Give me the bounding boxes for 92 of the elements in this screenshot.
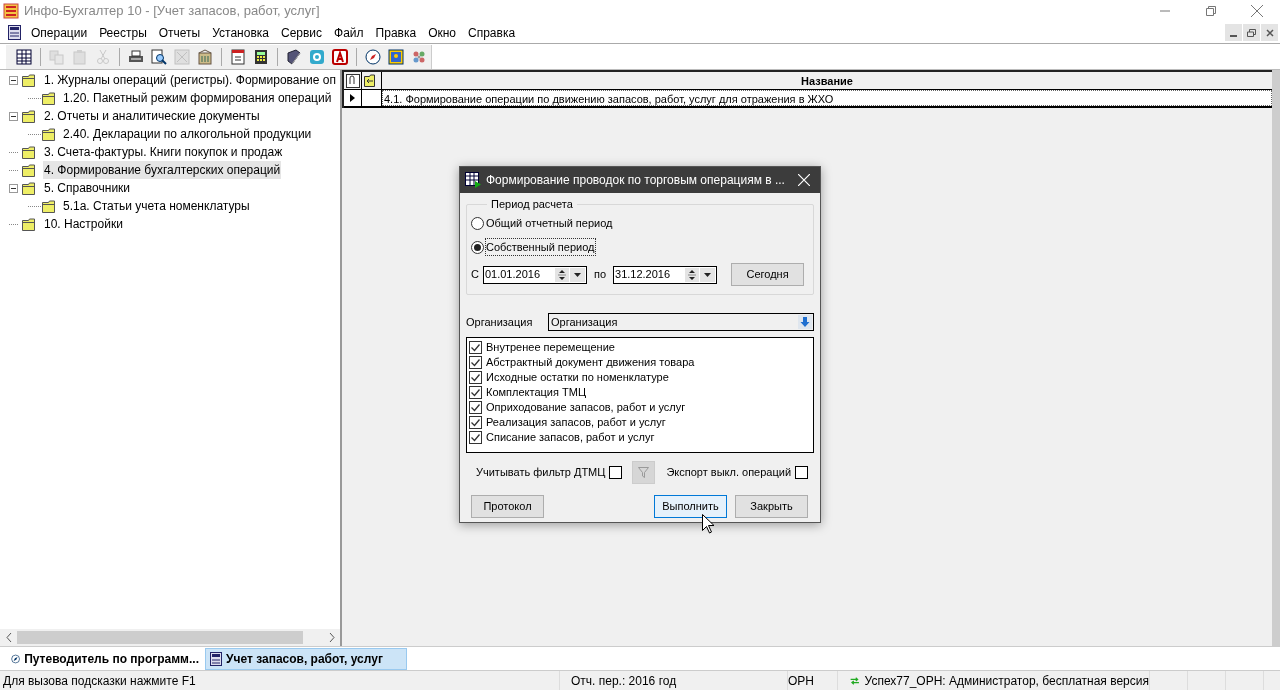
tree-item[interactable]: 4. Формирование бухгалтерских операций	[43, 161, 282, 179]
status-text: Для вызова подсказки нажмите F1	[3, 672, 196, 690]
checkbox[interactable]	[469, 371, 482, 384]
mdi-restore-button[interactable]	[1243, 24, 1260, 41]
checkbox[interactable]	[469, 386, 482, 399]
lifebuoy-icon[interactable]	[309, 48, 325, 65]
date-field[interactable]: 01.01.2016	[482, 265, 587, 284]
list-item[interactable]: Внутренее перемещение	[486, 340, 615, 355]
tree-item[interactable]: 5.1а. Статьи учета номенклатуры	[63, 197, 250, 215]
tree-item[interactable]: 2. Отчеты и аналитические документы	[43, 107, 261, 125]
spinner-icon[interactable]	[685, 267, 700, 282]
menu-item[interactable]: Операции	[25, 23, 94, 42]
radio-button[interactable]	[471, 240, 484, 254]
menu-item[interactable]: Установка	[206, 23, 275, 42]
close-icon[interactable]	[1265, 28, 1274, 37]
filter-option-label: Учитывать фильтр ДТМЦ	[476, 465, 606, 481]
tree-item[interactable]: 3. Счета-фактуры. Книги покупок и продаж	[43, 143, 284, 161]
vertical-scrollbar[interactable]	[1272, 70, 1280, 646]
date-field[interactable]: 31.12.2016	[613, 265, 718, 284]
tree-item[interactable]: 2.40. Декларации по алкогольной продукции	[63, 125, 312, 143]
mouse-cursor-icon	[702, 514, 714, 534]
building-icon[interactable]	[197, 48, 213, 65]
tree-item[interactable]: 1. Журналы операций (регистры). Формирование оп	[43, 71, 337, 89]
compass-icon	[11, 651, 21, 666]
radio-label[interactable]: Собственный период	[486, 238, 595, 256]
calculator-icon[interactable]	[253, 48, 269, 65]
menu-item[interactable]: Сервис	[274, 23, 329, 42]
document-icon	[8, 25, 21, 40]
document-icon	[210, 651, 222, 666]
table-cell[interactable]: 4.1. Формирование операции по движению запасов, работ, услуг для отражения в ЖХО	[382, 90, 1272, 106]
menu-item[interactable]: Отчеты	[152, 23, 207, 42]
tree-item[interactable]: 1.20. Пакетный режим формирования операций	[63, 89, 332, 107]
dialog-title: Формирование проводок по торговым операциям в ...	[486, 172, 785, 189]
to-label: по	[593, 267, 607, 283]
dialog-button[interactable]: Закрыть	[735, 495, 808, 518]
status-text: Успех77_ОРН: Администратор, бесплатная версия	[864, 672, 1149, 690]
window-tab[interactable]: Учет запасов, работ, услуг	[205, 647, 407, 670]
list-item[interactable]: Абстрактный документ движения товара	[486, 355, 695, 370]
app-logo-icon	[3, 3, 19, 19]
down-arrow-icon	[798, 315, 812, 329]
magnifier-icon[interactable]	[151, 48, 167, 65]
menu-item[interactable]: Файл	[328, 23, 370, 42]
tree-item[interactable]: 5. Справочники	[43, 179, 132, 197]
mdi-close-button[interactable]	[1261, 24, 1278, 41]
organization-label: Организация	[466, 314, 534, 330]
spinner-icon[interactable]	[554, 267, 569, 282]
column-header[interactable]: Название	[382, 72, 1272, 89]
checkbox[interactable]	[469, 401, 482, 414]
checkbox[interactable]	[469, 356, 482, 369]
radio-button[interactable]	[471, 216, 484, 230]
window-tab[interactable]: Путеводитель по программ...	[7, 647, 203, 670]
menu-item[interactable]: Окно	[422, 23, 462, 42]
compass-icon[interactable]	[365, 48, 381, 65]
collapse-toggle[interactable]	[9, 183, 18, 193]
menu-item[interactable]: Реестры	[93, 23, 153, 42]
tree-item[interactable]: 10. Настройки	[43, 215, 124, 233]
spreadsheet-arrow-icon	[465, 172, 481, 188]
paperclip-icon[interactable]	[345, 73, 360, 88]
collapse-toggle[interactable]	[9, 75, 18, 85]
close-icon[interactable]	[1251, 5, 1263, 17]
grid-icon[interactable]	[16, 48, 32, 65]
status-text: Отч. пер.: 2016 год	[571, 672, 677, 690]
list-item[interactable]: Исходные остатки по номенклатуре	[486, 370, 669, 385]
mdi-minimize-button[interactable]	[1225, 24, 1242, 41]
checkbox[interactable]	[469, 431, 482, 444]
list-item[interactable]: Оприходование запасов, работ и услуг	[486, 400, 686, 415]
checkbox[interactable]	[469, 341, 482, 354]
checkbox[interactable]	[609, 466, 623, 479]
picture-icon[interactable]	[388, 48, 404, 65]
menu-item[interactable]: Справка	[462, 23, 522, 42]
list-item[interactable]: Списание запасов, работ и услуг	[486, 430, 655, 445]
list-item[interactable]: Комплектация ТМЦ	[486, 385, 587, 400]
dialog-button[interactable]: Выполнить	[654, 495, 727, 518]
checkbox[interactable]	[795, 466, 809, 479]
window-title: Инфо-Бухгалтер 10 - [Учет запасов, работ, услуг]	[24, 2, 320, 21]
dialog-button[interactable]: Протокол	[471, 495, 544, 518]
from-label: С	[471, 267, 479, 283]
printer-icon[interactable]	[128, 48, 144, 65]
collapse-toggle[interactable]	[9, 111, 18, 121]
radio-label[interactable]: Общий отчетный период	[486, 214, 613, 232]
menu-item[interactable]: Правка	[369, 23, 423, 42]
restore-icon[interactable]	[1206, 6, 1216, 16]
organization-dropdown[interactable]: Организация	[548, 313, 814, 331]
today-button[interactable]: Сегодня	[731, 263, 805, 286]
restore-icon[interactable]	[1247, 28, 1256, 37]
calendar-icon[interactable]	[230, 48, 246, 65]
checkbox[interactable]	[469, 416, 482, 429]
letter-a-icon[interactable]	[332, 48, 348, 65]
list-item[interactable]: Реализация запасов, работ и услуг	[486, 415, 666, 430]
horizontal-scrollbar[interactable]	[0, 629, 340, 646]
status-text: ОРН	[788, 672, 814, 690]
export-option-label: Экспорт выкл. операций	[666, 465, 792, 481]
